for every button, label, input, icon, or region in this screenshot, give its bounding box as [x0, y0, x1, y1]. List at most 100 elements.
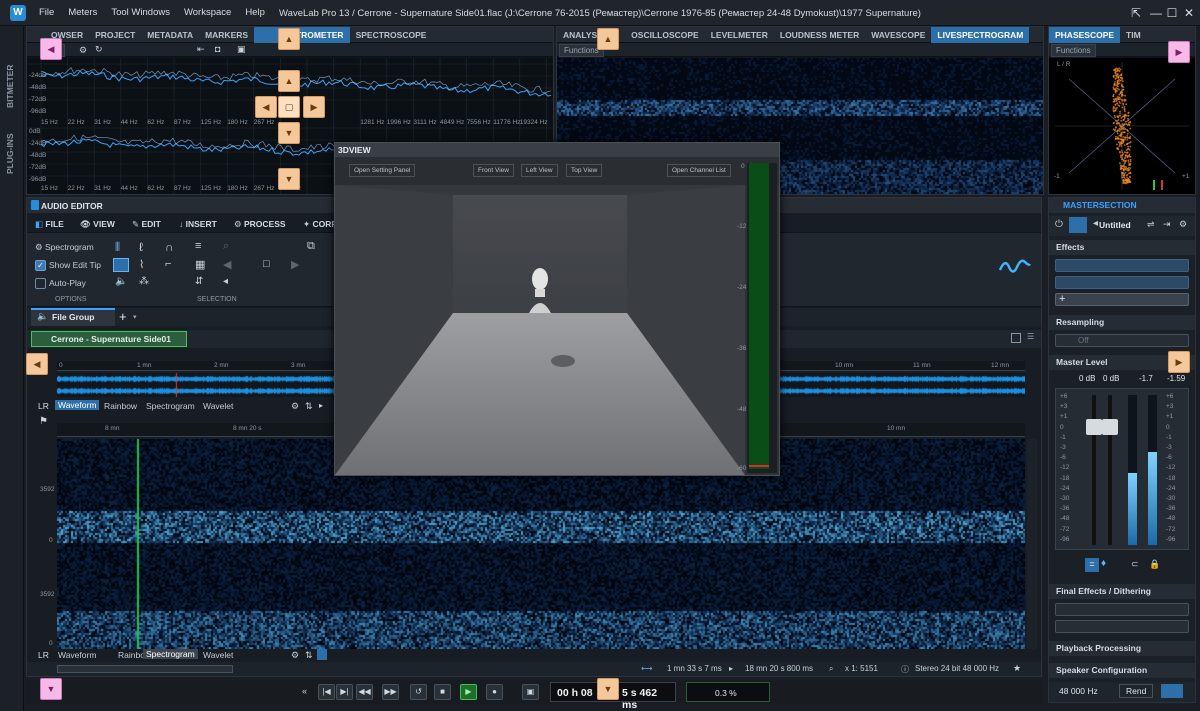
restore-layout-icon[interactable]: ⇱ — [1128, 5, 1144, 21]
marker-flag-icon[interactable]: ⚑ — [39, 416, 48, 427]
tab-loudness-meter[interactable]: LOUDNESS METER — [774, 27, 865, 43]
tab-wavescope[interactable]: WAVESCOPE — [865, 27, 931, 43]
stop-button[interactable]: ■ — [434, 684, 451, 700]
ribbon-tab-insert[interactable]: ↓ INSERT — [179, 219, 217, 229]
channel-icon[interactable]: ⇵ — [195, 276, 203, 287]
fader-mono-icon[interactable]: ♦ — [1101, 558, 1106, 569]
master-settings-icon[interactable]: ⚙ — [1179, 219, 1187, 230]
image-icon[interactable]: ▣ — [237, 44, 246, 55]
level-readout-left[interactable]: 0 dB — [1079, 374, 1095, 383]
copy-icon[interactable]: ⧉ — [307, 240, 315, 253]
menu-tool-windows[interactable]: Tool Windows — [104, 7, 177, 18]
dock-pad-right[interactable]: ▶ — [303, 96, 325, 118]
auto-play-checkbox[interactable]: Auto-Play — [35, 278, 86, 290]
effects-header[interactable]: Effects — [1049, 240, 1195, 255]
menu-help[interactable]: Help — [238, 7, 272, 18]
view-play-icon[interactable]: ▸ — [319, 401, 323, 410]
maximize-editor-icon[interactable] — [1011, 333, 1021, 343]
go-to-start-button[interactable]: |◀ — [318, 684, 335, 700]
resampling-header[interactable]: Resampling — [1049, 315, 1195, 330]
front-view-button[interactable]: Front View — [473, 164, 514, 177]
show-edit-tip-checkbox[interactable]: ✓ Show Edit Tip — [35, 260, 101, 272]
view-tab-wavelet-bottom[interactable]: Wavelet — [203, 650, 233, 660]
vertical-scrollbar[interactable] — [1027, 439, 1037, 649]
audio-format[interactable]: Stereo 24 bit 48 000 Hz — [915, 664, 999, 673]
3d-view-titlebar[interactable]: 3DVIEW — [335, 143, 779, 157]
master-link-icon[interactable]: ⇌ — [1147, 219, 1155, 230]
tab-time[interactable]: TIM — [1120, 27, 1147, 43]
dock-arrow-down-left[interactable]: ▼ — [40, 678, 62, 700]
add-effect-slot[interactable]: + — [1055, 293, 1189, 306]
final-effect-slot-2[interactable] — [1055, 620, 1189, 633]
playback-processing-header[interactable]: Playback Processing — [1049, 641, 1195, 656]
play-from-cursor-button[interactable]: ▣ — [522, 684, 539, 700]
view-sync-icon-bottom[interactable]: ⇅ — [305, 650, 313, 661]
ribbon-tab-edit[interactable]: ✎ EDIT — [132, 219, 161, 230]
open-setting-panel-button[interactable]: Open Setting Panel — [349, 164, 416, 177]
zoom-level[interactable]: x 1: 5151 — [845, 664, 878, 673]
fader-handle-left[interactable] — [1086, 419, 1102, 435]
view-tab-waveform-bottom[interactable]: Waveform — [58, 650, 96, 660]
menu-file[interactable]: File — [32, 7, 61, 18]
zoom-select-icon[interactable]: ⌕ — [223, 240, 229, 253]
transport-collapse-icon[interactable]: « — [302, 686, 307, 696]
render-button[interactable]: Rend — [1119, 684, 1154, 698]
magnet-icon[interactable]: ∩ — [165, 240, 174, 254]
tab-markers[interactable]: MARKERS — [199, 27, 254, 43]
view-tab-spectrogram-bottom[interactable]: Spectrogram — [143, 649, 198, 659]
go-to-end-button[interactable]: ▶| — [336, 684, 353, 700]
next-icon[interactable]: ▶ — [291, 258, 299, 271]
cursor-position[interactable]: 18 mn 20 s 800 ms — [745, 664, 813, 673]
wavelab-logo-icon[interactable]: W — [10, 4, 26, 21]
align-icon[interactable]: ≡ — [195, 240, 201, 252]
fast-forward-button[interactable]: ▶▶ — [382, 684, 399, 700]
fader-link-icon[interactable]: = — [1085, 558, 1099, 572]
dock-arrow-left-top[interactable]: ◀ — [40, 38, 62, 60]
view-settings-icon-bottom[interactable]: ⚙ — [291, 650, 299, 661]
menu-workspace[interactable]: Workspace — [177, 7, 238, 18]
spectrogram-option[interactable]: ⚙ Spectrogram — [35, 242, 94, 253]
dock-arrow-down-mid[interactable]: ▼ — [597, 678, 619, 700]
master-preset-menu-icon[interactable]: ◂ — [1093, 218, 1098, 229]
dock-pad-left[interactable]: ◀ — [255, 96, 277, 118]
dock-arrow-right-mid[interactable]: ▶ — [1168, 351, 1190, 373]
fader-lock-icon[interactable]: 🔒 — [1149, 559, 1160, 570]
functions-button-right[interactable]: Functions — [1051, 44, 1096, 57]
ribbon-tab-file[interactable]: ◧ FILE — [35, 219, 64, 230]
mute-icon[interactable]: ◂ — [223, 276, 228, 287]
ribbon-tab-view[interactable]: 👁 VIEW — [80, 219, 115, 230]
view-sync-icon[interactable]: ⇅ — [305, 401, 313, 412]
wand-icon[interactable]: ⁂ — [139, 276, 149, 287]
ribbon-tab-correction[interactable]: ✦ CORR — [303, 219, 338, 230]
menu-meters[interactable]: Meters — [61, 7, 104, 18]
brush-icon[interactable]: ⌇ — [139, 258, 144, 271]
resampling-slot[interactable]: Off — [1055, 334, 1189, 347]
top-view-button[interactable]: Top View — [566, 164, 603, 177]
camera-icon[interactable]: ◘ — [215, 44, 220, 54]
dock-arrow-left-mid[interactable]: ◀ — [26, 353, 48, 375]
record-button[interactable]: ● — [486, 684, 503, 700]
minimize-button[interactable]: — — [1148, 5, 1164, 21]
dock-arrow-up-left[interactable]: ▲ — [278, 28, 300, 50]
dock-arrow-down[interactable]: ▼ — [278, 168, 300, 190]
final-effects-header[interactable]: Final Effects / Dithering — [1049, 584, 1195, 599]
dock-pad-center[interactable]: ▢ — [278, 96, 300, 118]
dock-pad-up[interactable]: ▲ — [278, 70, 300, 92]
settings-icon[interactable]: ⚙ — [79, 45, 87, 56]
dock-arrow-up-mid[interactable]: ▲ — [597, 28, 619, 50]
tab-live-spectrogram[interactable]: LIVESPECTROGRAM — [931, 26, 1030, 43]
editor-menu-icon[interactable]: ☰ — [1027, 332, 1034, 341]
tab-phasescope[interactable]: PHASESCOPE — [1049, 26, 1121, 43]
effect-slot-1[interactable] — [1055, 259, 1189, 272]
tab-project[interactable]: PROJECT — [89, 27, 141, 43]
level-readout-right[interactable]: 0 dB — [1103, 374, 1119, 383]
fader-reset-icon[interactable]: ⊂ — [1131, 559, 1139, 570]
jump-start-icon[interactable]: ⇤ — [197, 44, 205, 55]
view-tab-spectrogram-top[interactable]: Spectrogram — [146, 401, 195, 411]
plugins-tab[interactable]: PLUG-INS — [5, 133, 15, 174]
horizontal-scrollbar[interactable] — [57, 665, 233, 673]
square-icon[interactable]: □ — [263, 258, 270, 270]
tab-levelmeter[interactable]: LEVELMETER — [705, 27, 774, 43]
dock-pad-down[interactable]: ▼ — [278, 122, 300, 144]
refresh-icon[interactable]: ↻ — [95, 44, 103, 55]
